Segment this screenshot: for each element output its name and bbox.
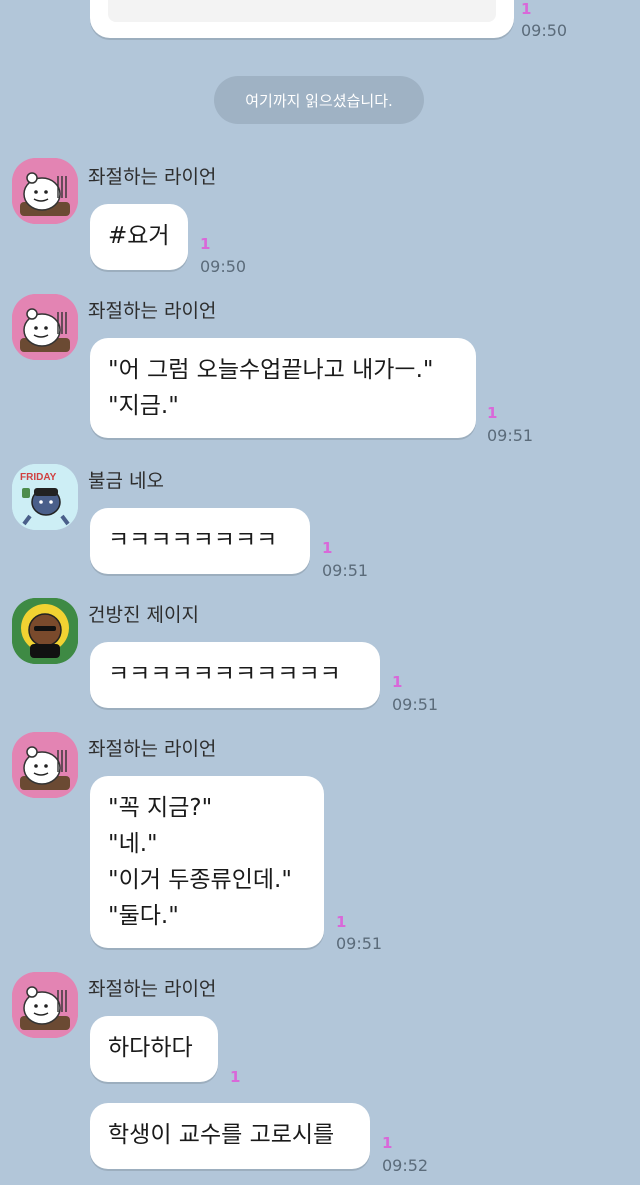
message-text: "이거 두종류인데." [108, 867, 292, 893]
message-text: ㅋㅋㅋㅋㅋㅋㅋㅋㅋㅋㅋ [108, 661, 341, 687]
message-time: 09:51 [336, 934, 383, 953]
sender-name: 좌절하는 라이언 [88, 166, 217, 188]
message-text: 하다하다 [108, 1035, 193, 1061]
sender-name: 좌절하는 라이언 [88, 300, 217, 322]
ryan-avatar[interactable] [12, 732, 78, 798]
svg-text:FRIDAY: FRIDAY [20, 472, 57, 483]
message-text: "네." [108, 831, 158, 857]
message-text: ㅋㅋㅋㅋㅋㅋㅋㅋ [108, 527, 278, 553]
unread-count: 1 [392, 673, 403, 691]
message-bubble[interactable]: ㅋㅋㅋㅋㅋㅋㅋㅋ [90, 508, 310, 574]
link-preview-card[interactable] [108, 0, 496, 22]
message-bubble[interactable]: 하다하다 [90, 1016, 218, 1082]
message-time: 09:51 [487, 426, 534, 445]
message-bubble[interactable]: #요거 [90, 204, 188, 270]
message-text: "둘다." [108, 903, 179, 929]
ryan-frustrated-icon [12, 294, 78, 360]
message-bubble[interactable]: "꼭 지금?" "네." "이거 두종류인데." "둘다." [90, 776, 324, 948]
message-time: 09:51 [392, 695, 439, 714]
ryan-avatar[interactable] [12, 972, 78, 1038]
message-text: 학생이 교수를 고로시를 [108, 1122, 335, 1148]
ryan-avatar[interactable] [12, 158, 78, 224]
message-text: "꼭 지금?" [108, 795, 213, 821]
jayg-cocky-icon [12, 598, 78, 664]
unread-count: 1 [487, 404, 498, 422]
ryan-frustrated-icon [12, 732, 78, 798]
message-text: #요거 [108, 223, 170, 249]
unread-count: 1 [382, 1134, 393, 1152]
message-time: 09:50 [200, 257, 247, 276]
ryan-frustrated-icon [12, 158, 78, 224]
unread-count: 1 [322, 539, 333, 557]
neo-avatar[interactable]: FRIDAY [12, 464, 78, 530]
ryan-frustrated-icon [12, 972, 78, 1038]
neo-friday-icon: FRIDAY [12, 464, 78, 530]
message-time: 09:51 [322, 561, 369, 580]
jayg-avatar[interactable] [12, 598, 78, 664]
sender-name: 불금 네오 [88, 470, 164, 492]
message-time: 09:52 [382, 1156, 429, 1175]
unread-count: 1 [521, 0, 532, 18]
unread-count: 1 [230, 1068, 241, 1086]
ryan-avatar[interactable] [12, 294, 78, 360]
message-text: "어 그럼 오늘수업끝나고 내가ㅡ." [108, 357, 434, 383]
sender-name: 건방진 제이지 [88, 604, 199, 626]
message-bubble[interactable]: 학생이 교수를 고로시를 [90, 1103, 370, 1169]
message-bubble[interactable]: "어 그럼 오늘수업끝나고 내가ㅡ." "지금." [90, 338, 476, 438]
unread-count: 1 [336, 913, 347, 931]
message-bubble[interactable]: ㅋㅋㅋㅋㅋㅋㅋㅋㅋㅋㅋ [90, 642, 380, 708]
message-time: 09:50 [521, 21, 568, 40]
sender-name: 좌절하는 라이언 [88, 978, 217, 1000]
read-marker: 여기까지 읽으셨습니다. [214, 76, 424, 124]
message-bubble-partial[interactable] [90, 0, 514, 38]
sender-name: 좌절하는 라이언 [88, 738, 217, 760]
message-text: "지금." [108, 393, 179, 419]
unread-count: 1 [200, 235, 211, 253]
